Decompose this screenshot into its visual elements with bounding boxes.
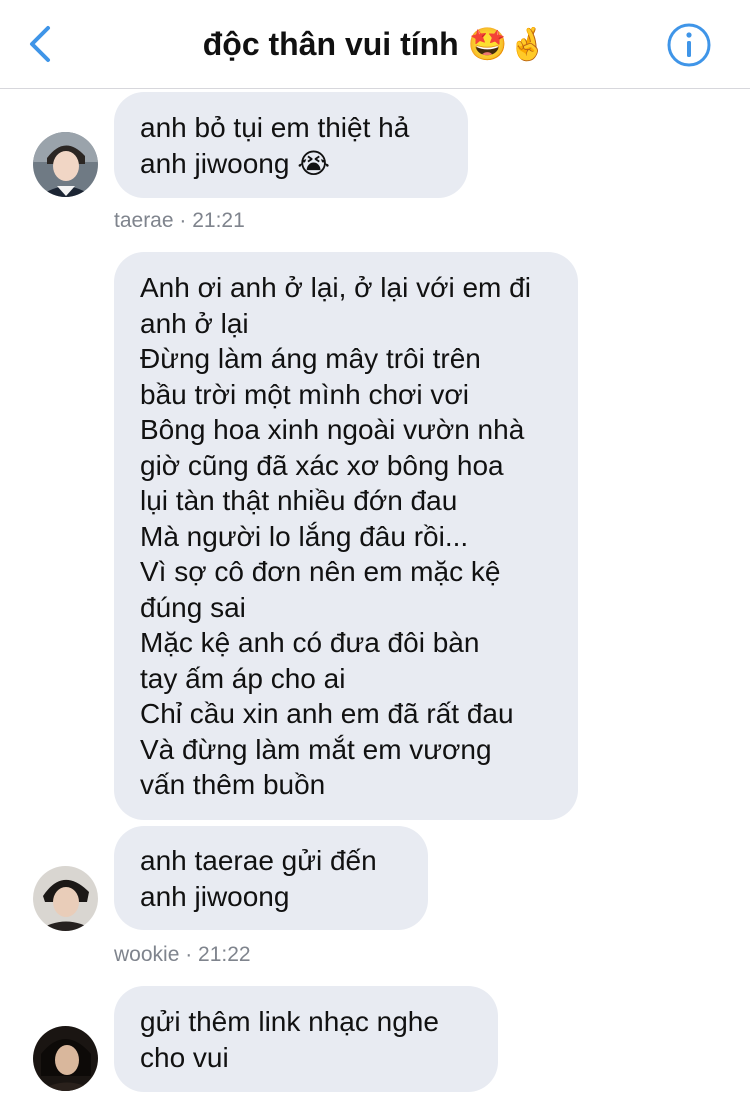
message-bubble[interactable]: gửi thêm link nhạc nghe cho vui (114, 986, 498, 1092)
message-line: cho vui (140, 1041, 229, 1073)
sender-name: wookie (114, 943, 180, 966)
message-line: vấn thêm buồn (140, 769, 326, 800)
message-line: anh ở lại (140, 307, 249, 339)
message-meta: taerae · 21:21 (114, 208, 245, 234)
message-line: giờ cũng đã xác xơ bông hoa (140, 449, 504, 481)
message-meta: wookie · 21:22 (114, 942, 251, 968)
message-line: Bông hoa xinh ngoài vườn nhà (140, 414, 525, 445)
message-line: anh bỏ tụi em thiệt hả (140, 112, 410, 143)
message-line: Đừng làm áng mây trôi trên (140, 343, 481, 374)
message-line: Mặc kệ anh có đưa đôi bàn (140, 627, 480, 658)
chat-title[interactable]: độc thân vui tính 🤩🤞 (0, 22, 750, 66)
message-line: Mà người lo lắng đâu rồi... (140, 520, 469, 552)
message-line: gửi thêm link nhạc nghe (140, 1006, 439, 1037)
message-line: Anh ơi anh ở lại, ở lại với em đi (140, 272, 531, 303)
message-line: đúng sai (140, 591, 246, 623)
chat-header: độc thân vui tính 🤩🤞 (0, 0, 750, 89)
message-line: anh jiwoong (140, 880, 290, 912)
avatar-sender[interactable] (33, 1026, 98, 1091)
message-line: anh taerae gửi đến (140, 845, 377, 876)
message-time: 21:22 (198, 943, 251, 966)
message-bubble[interactable]: anh bỏ tụi em thiệt hả anh jiwoong 😭 (114, 92, 468, 198)
message-bubble[interactable]: Anh ơi anh ở lại, ở lại với em đi anh ở … (114, 252, 578, 820)
message-line: lụi tàn thật nhiều đớn đau (140, 485, 458, 516)
message-line: Vì sợ cô đơn nên em mặc kệ (140, 556, 501, 587)
message-bubble[interactable]: anh taerae gửi đến anh jiwoong (114, 826, 428, 930)
info-circle-icon[interactable] (666, 22, 712, 68)
message-line: tay ấm áp cho ai (140, 662, 346, 694)
message-line: Chỉ cầu xin anh em đã rất đau (140, 698, 514, 729)
message-line: Và đừng làm mắt em vương (140, 733, 492, 765)
meta-separator: · (173, 209, 193, 232)
avatar-wookie[interactable] (33, 866, 98, 931)
sender-name: taerae (114, 209, 174, 232)
meta-separator: · (179, 943, 199, 966)
message-time: 21:21 (192, 209, 245, 232)
avatar-taerae[interactable] (33, 132, 98, 197)
message-line: bầu trời một mình chơi vơi (140, 378, 469, 410)
message-line: anh jiwoong 😭 (140, 147, 330, 179)
